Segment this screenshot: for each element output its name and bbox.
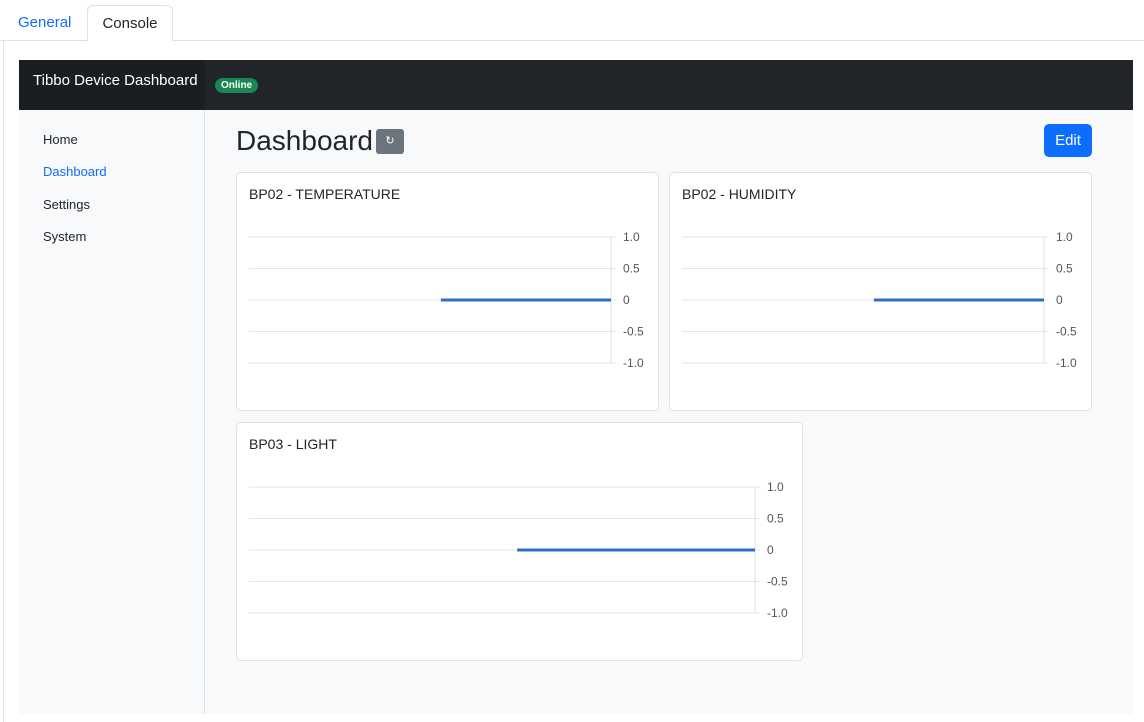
y-tick-label: -0.5	[623, 325, 644, 339]
device-dashboard-app: Tibbo Device Dashboard Online Home Dashb…	[19, 60, 1133, 714]
sidebar-item-home[interactable]: Home	[43, 132, 78, 147]
sidebar: Home Dashboard Settings System	[19, 110, 205, 714]
chart-card-light: BP03 - LIGHT 1.0 0.5 0 -0.5 -1.0	[236, 422, 803, 661]
chart-light: 1.0 0.5 0 -0.5 -1.0	[249, 480, 788, 620]
y-tick-label: 0.5	[623, 262, 640, 276]
y-tick-label: 1.0	[767, 480, 784, 494]
sidebar-item-dashboard[interactable]: Dashboard	[43, 164, 107, 179]
main-content: Dashboard ↻ Edit BP02 - TEMPERATURE 1.0 0…	[205, 110, 1133, 714]
chart-temperature: 1.0 0.5 0 -0.5 -1.0	[249, 230, 644, 370]
y-tick-label: 1.0	[623, 230, 640, 244]
y-tick-label: -0.5	[767, 575, 788, 589]
y-tick-label: 1.0	[1056, 230, 1073, 244]
edit-button[interactable]: Edit	[1044, 124, 1092, 157]
y-tick-label: 0.5	[767, 512, 784, 526]
status-badge: Online	[215, 78, 259, 93]
outer-tab-bar: General Console	[0, 0, 1144, 42]
refresh-button[interactable]: ↻	[376, 129, 404, 154]
y-tick-label: 0	[623, 293, 630, 307]
y-tick-label: 0	[1056, 293, 1063, 307]
app-brand[interactable]: Tibbo Device Dashboard	[19, 60, 205, 110]
tab-general[interactable]: General	[2, 5, 87, 41]
y-tick-label: -1.0	[1056, 356, 1077, 370]
y-tick-label: 0	[767, 543, 774, 557]
sidebar-item-system[interactable]: System	[43, 229, 86, 244]
y-tick-label: -1.0	[767, 606, 788, 620]
chart-humidity: 1.0 0.5 0 -0.5 -1.0	[682, 230, 1077, 370]
sidebar-item-settings[interactable]: Settings	[43, 197, 90, 212]
y-tick-label: 0.5	[1056, 262, 1073, 276]
top-navbar: Tibbo Device Dashboard Online	[19, 60, 1133, 110]
refresh-icon: ↻	[385, 135, 395, 147]
page-title: Dashboard	[236, 125, 373, 156]
tab-console[interactable]: Console	[87, 5, 173, 42]
y-tick-label: -1.0	[623, 356, 644, 370]
chart-card-temperature: BP02 - TEMPERATURE 1.0 0.5 0 -0.5 -1.0	[236, 172, 659, 411]
y-tick-label: -0.5	[1056, 325, 1077, 339]
chart-card-humidity: BP02 - HUMIDITY 1.0 0.5 0 -0.5 -1.0	[669, 172, 1092, 411]
